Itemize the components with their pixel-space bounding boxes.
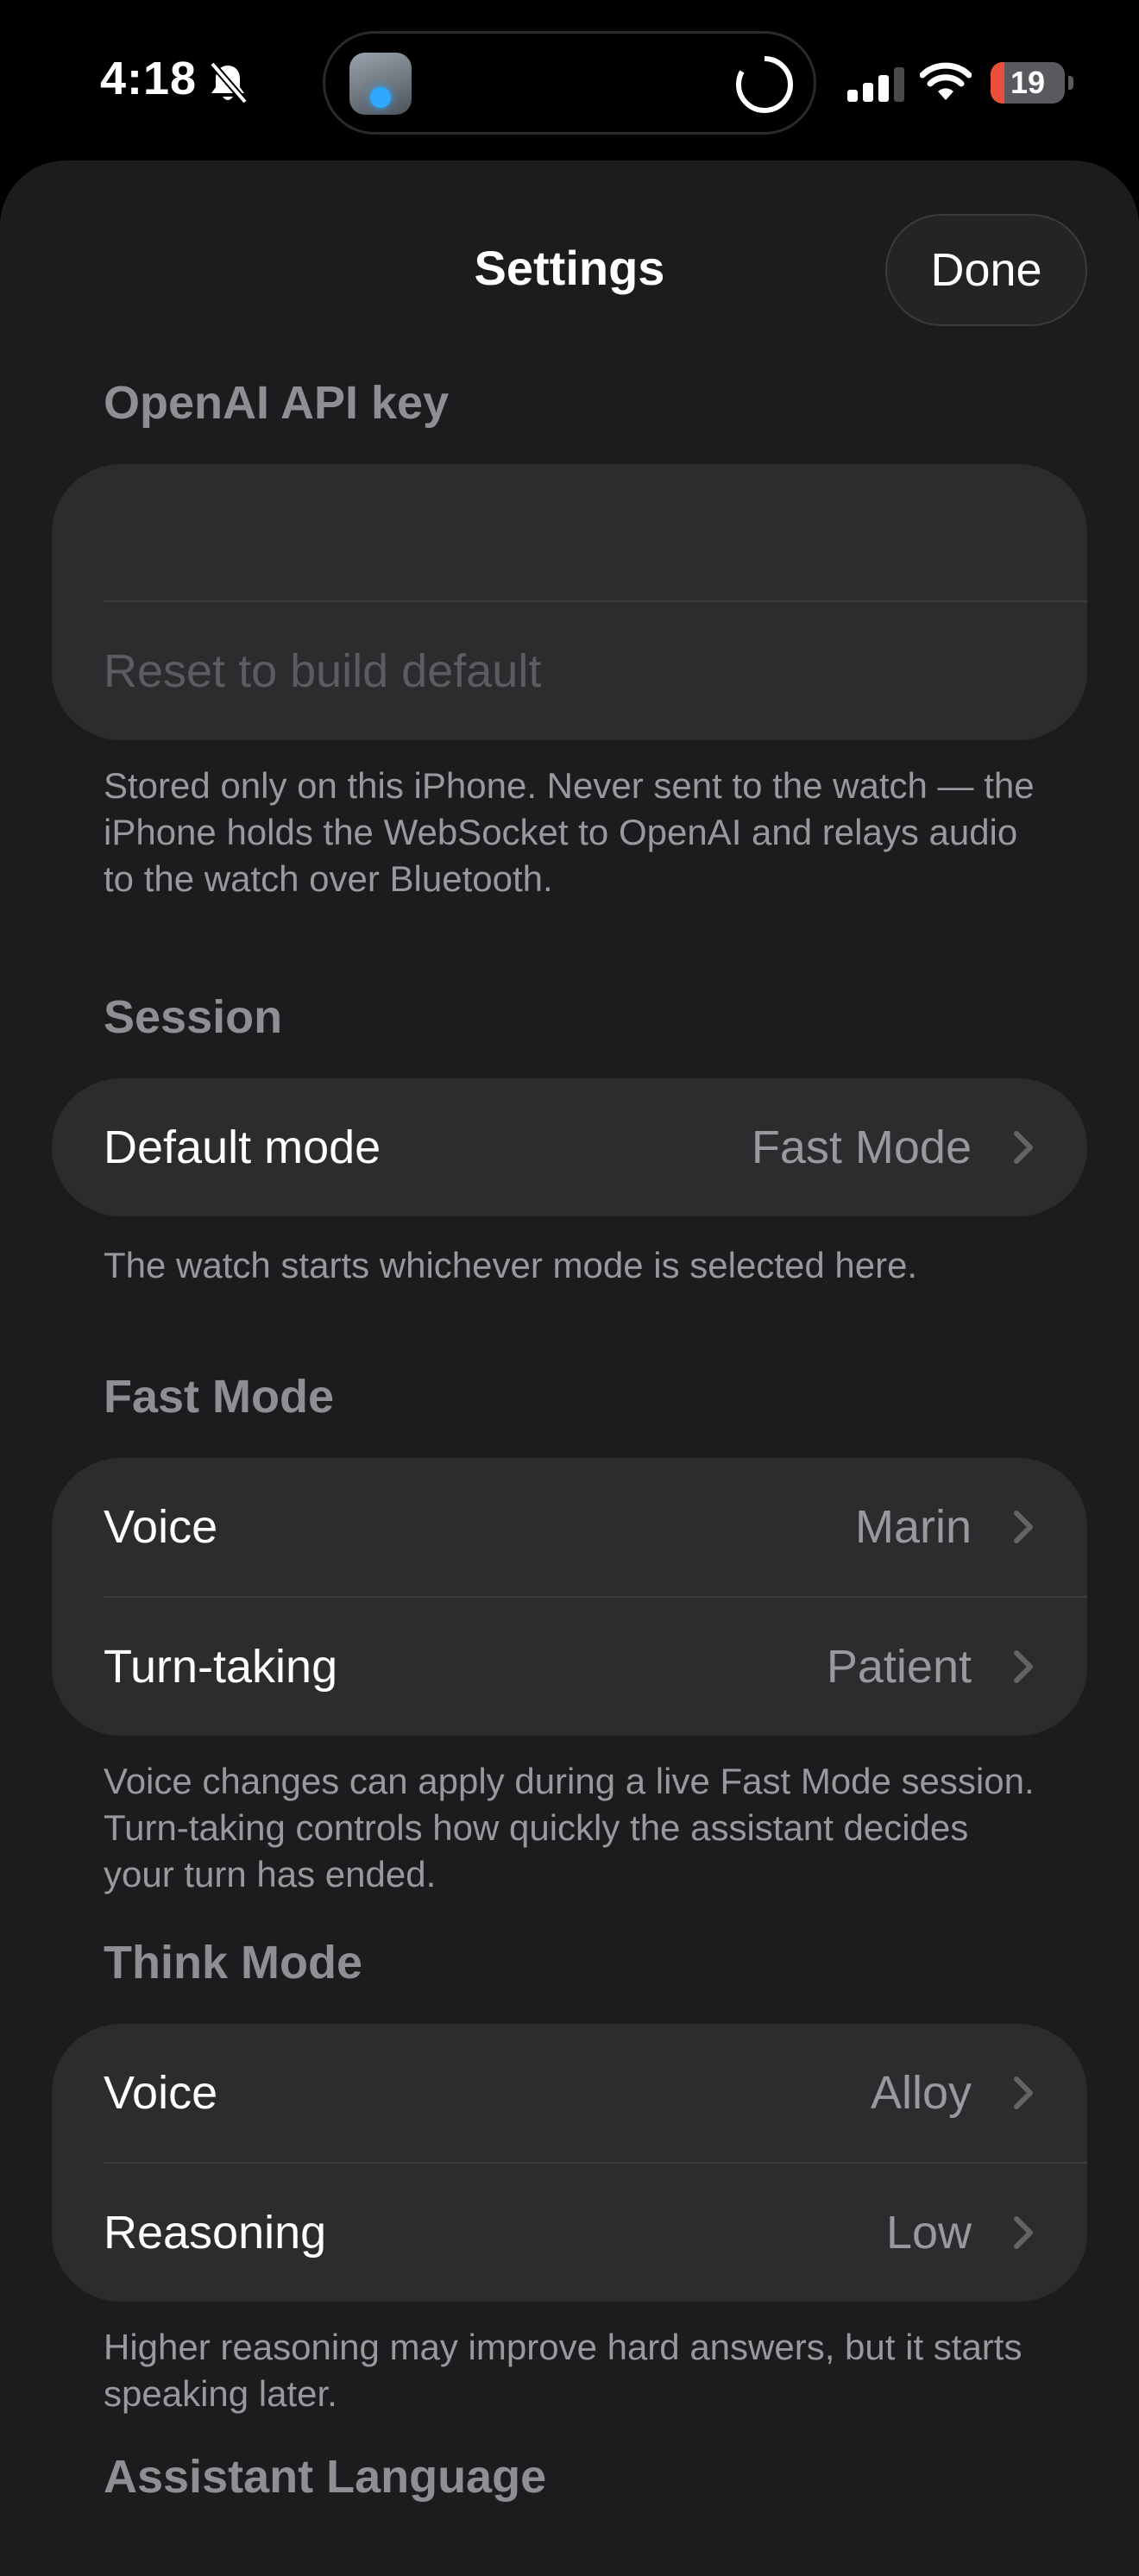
battery-percentage: 19 [1010, 65, 1046, 100]
api-key-footer: Stored only on this iPhone. Never sent t… [104, 765, 1035, 899]
row-value: Marin [854, 1501, 972, 1553]
api-key-group: Reset to build default [52, 464, 1087, 740]
api-key-field[interactable] [104, 464, 1035, 599]
row-label: Voice [104, 2067, 218, 2119]
battery-indicator: 19 [991, 62, 1073, 104]
wifi-icon [920, 62, 972, 100]
status-time: 4:18 [100, 53, 198, 104]
chevron-right-icon [1014, 1650, 1033, 1683]
section-header-assistant-language: Assistant Language [104, 2451, 547, 2503]
section-header-session: Session [104, 991, 283, 1043]
section-header-fast-mode: Fast Mode [104, 1371, 335, 1423]
bell-slash-icon [209, 61, 249, 104]
row-value: Low [885, 2207, 972, 2259]
section-header-api-key: OpenAI API key [104, 377, 450, 429]
turn-taking-row[interactable]: Turn-taking Patient [52, 1598, 1087, 1736]
session-footer: The watch starts whichever mode is selec… [104, 1245, 918, 1285]
chevron-right-icon [1014, 1131, 1033, 1164]
fast-voice-row[interactable]: Voice Marin [52, 1458, 1087, 1596]
row-label: Reasoning [104, 2207, 327, 2259]
fast-mode-footer: Voice changes can apply during a live Fa… [104, 1761, 1035, 1894]
dynamic-island[interactable] [323, 31, 816, 135]
status-bar: 4:18 19 [0, 0, 1139, 160]
chevron-right-icon [1014, 1511, 1033, 1543]
session-group: Default mode Fast Mode [52, 1078, 1087, 1216]
default-mode-row[interactable]: Default mode Fast Mode [52, 1078, 1087, 1216]
row-label: Turn-taking [104, 1641, 338, 1693]
think-mode-group: Voice Alloy Reasoning Low [52, 2024, 1087, 2302]
done-button[interactable]: Done [885, 214, 1087, 326]
cellular-signal-icon [847, 67, 904, 102]
row-label: Default mode [104, 1122, 381, 1173]
activity-ring-icon [736, 54, 793, 113]
fast-mode-group: Voice Marin Turn-taking Patient [52, 1458, 1087, 1736]
reset-to-default-button[interactable]: Reset to build default [104, 602, 541, 740]
section-header-think-mode: Think Mode [104, 1937, 362, 1989]
chevron-right-icon [1014, 2216, 1033, 2249]
think-voice-row[interactable]: Voice Alloy [52, 2024, 1087, 2162]
row-value: Patient [826, 1641, 972, 1693]
chevron-right-icon [1014, 2077, 1033, 2109]
row-value: Fast Mode [751, 1122, 972, 1173]
live-activity-app-icon [349, 53, 412, 115]
row-label: Voice [104, 1501, 218, 1553]
settings-sheet: Settings Done OpenAI API key Reset to bu… [0, 160, 1139, 2576]
row-value: Alloy [870, 2067, 972, 2119]
reasoning-row[interactable]: Reasoning Low [52, 2164, 1087, 2302]
think-mode-footer: Higher reasoning may improve hard answer… [104, 2327, 1023, 2414]
